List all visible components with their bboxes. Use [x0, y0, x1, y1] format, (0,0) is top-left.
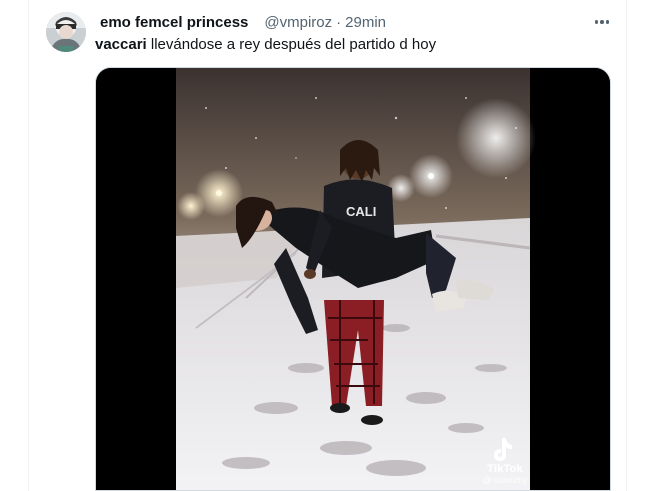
tweet-text-bold: vaccari	[95, 36, 147, 53]
timeline-border-right	[626, 0, 627, 491]
tiktok-watermark: TikTok @ vuwumy	[480, 462, 530, 485]
tweet-text-body: llevándose a rey después del partido d h…	[146, 36, 437, 53]
video-frame: CALI	[96, 68, 610, 490]
timeline-border-left	[28, 0, 29, 491]
tweet-header: emo femcel princess @vmpiroz · 29min	[100, 12, 386, 32]
tiktok-label: TikTok	[487, 463, 523, 475]
more-options-button[interactable]	[586, 10, 618, 34]
shirt-text: CALI	[346, 204, 376, 219]
tweet-text: vaccari llevándose a rey después del par…	[95, 35, 436, 55]
avatar-image	[46, 12, 86, 52]
more-icon-dot	[600, 20, 604, 24]
video-media[interactable]: CALI TikTok @ vuwumy	[95, 67, 611, 491]
more-horizontal-icon	[594, 20, 599, 24]
avatar[interactable]	[46, 12, 86, 52]
timestamp[interactable]: 29min	[345, 14, 386, 31]
more-icon-dot	[605, 20, 610, 24]
tiktok-username: @ vuwumy	[482, 475, 528, 485]
user-handle[interactable]: @vmpiroz	[264, 14, 332, 31]
separator-dot: ·	[336, 13, 342, 31]
display-name[interactable]: emo femcel princess	[100, 14, 248, 31]
